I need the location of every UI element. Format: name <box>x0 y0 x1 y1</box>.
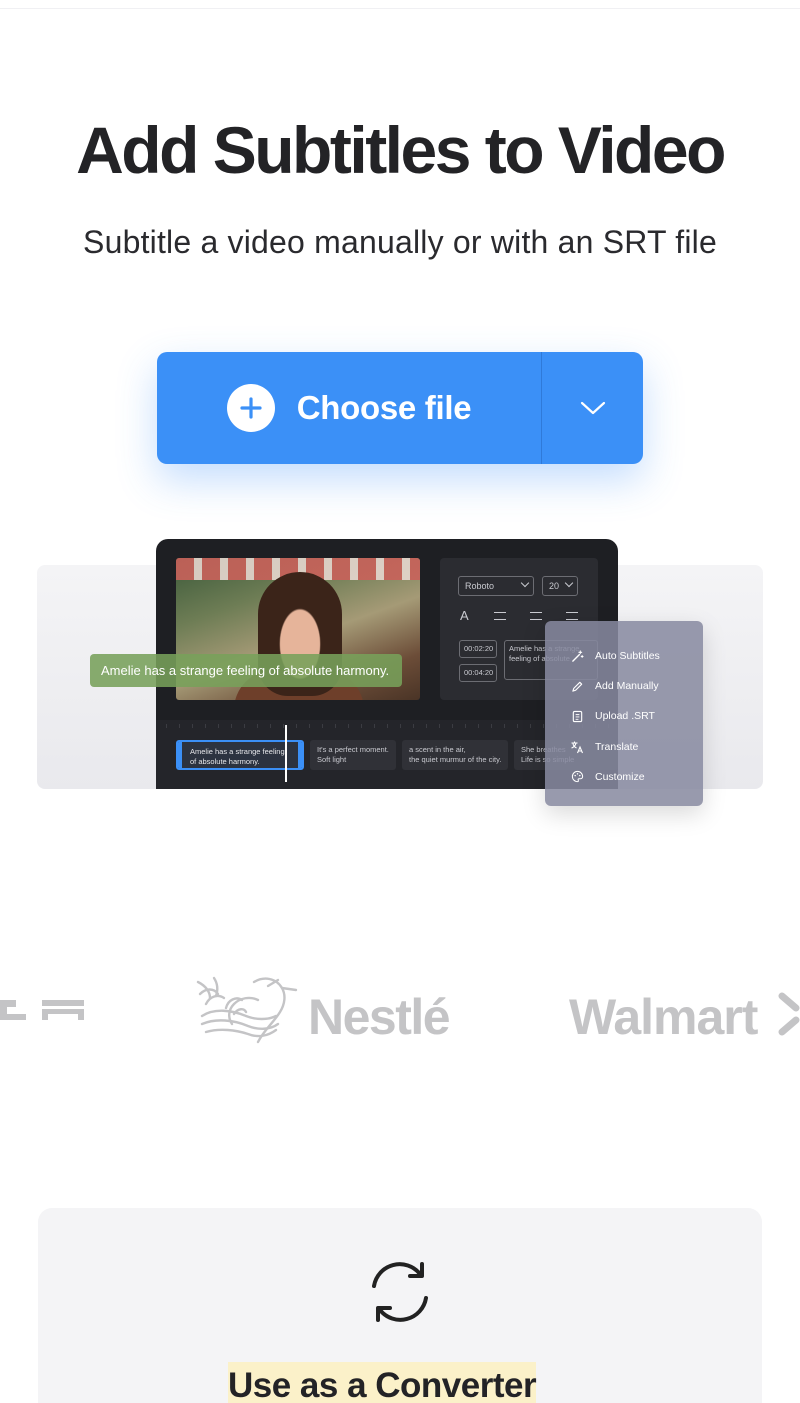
start-time: 00:02:20 <box>459 640 497 658</box>
converter-title: Use as a Converter <box>228 1362 537 1403</box>
subtitle-caption: Amelie has a strange feeling of absolute… <box>90 654 402 687</box>
tesla-logo <box>0 980 90 1035</box>
translate-icon <box>570 740 584 754</box>
size-select: 20 <box>542 576 578 596</box>
align-right-icon <box>566 612 578 620</box>
pencil-icon <box>570 679 584 693</box>
plus-icon <box>226 384 275 432</box>
font-color-icon: A <box>460 608 469 623</box>
menu-item-customize: Customize <box>545 762 703 792</box>
playhead <box>285 725 287 782</box>
nestle-nest-logo-icon <box>196 972 302 1053</box>
nestle-logo: Nestlé <box>308 989 451 1045</box>
choose-file-label: Choose file <box>296 389 472 426</box>
choose-file-button-group: Choose file <box>157 352 643 464</box>
menu-item-auto-subtitles: Auto Subtitles <box>545 641 703 671</box>
walmart-spark-icon <box>778 992 800 1041</box>
menu-item-add-manually: Add Manually <box>545 671 703 701</box>
page-subtitle: Subtitle a video manually or with an SRT… <box>83 224 717 260</box>
top-divider <box>0 8 800 9</box>
magic-wand-icon <box>570 649 584 663</box>
options-menu: Auto Subtitles Add Manually Upload .SRT … <box>545 621 703 806</box>
refresh-icon <box>360 1256 440 1333</box>
end-time: 00:04:20 <box>459 664 497 682</box>
font-select: Roboto <box>458 576 534 596</box>
upload-options-dropdown[interactable] <box>542 352 643 464</box>
menu-item-translate: Translate <box>545 732 703 762</box>
document-icon <box>570 709 584 723</box>
chevron-down-icon <box>580 401 605 415</box>
choose-file-button[interactable]: Choose file <box>157 352 541 464</box>
timeline-clip: It's a perfect moment. Soft light <box>310 740 396 770</box>
timeline-clip: a scent in the air, the quiet murmur of t… <box>402 740 508 770</box>
walmart-logo: Walmart <box>569 989 758 1045</box>
align-center-icon <box>530 612 542 620</box>
align-left-icon <box>494 612 506 620</box>
page-title: Add Subtitles to Video <box>76 113 726 187</box>
menu-item-upload-srt: Upload .SRT <box>545 701 703 731</box>
palette-icon <box>570 770 584 784</box>
